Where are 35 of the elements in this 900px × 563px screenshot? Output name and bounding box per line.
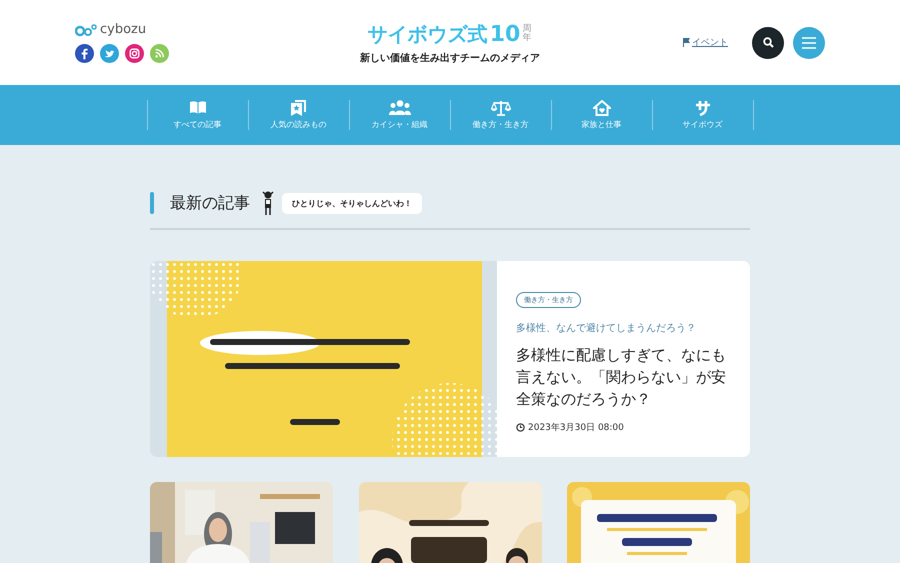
speech-bubble: ひとりじゃ、そりゃしんどいわ！ (282, 192, 422, 214)
menu-icon (802, 36, 816, 48)
anniversary-suffix: 周年 (522, 25, 532, 43)
clock-icon (516, 423, 525, 432)
section-accent-bar (150, 192, 154, 214)
nav-item[interactable]: サイボウズ (652, 100, 754, 130)
twitter-bird-icon[interactable] (100, 44, 119, 63)
anniversary-number: 10 (490, 22, 520, 46)
search-button[interactable] (752, 26, 784, 58)
cybozu-mark-icon (694, 100, 710, 116)
book-icon (188, 100, 206, 115)
flag-icon (683, 38, 690, 47)
mascot-figure-icon (262, 190, 274, 216)
bookmark-star-icon (291, 100, 306, 116)
people-icon (388, 100, 410, 115)
section-title: 最新の記事 (170, 192, 250, 214)
instagram-icon[interactable] (125, 44, 144, 63)
house-heart-icon (592, 100, 610, 116)
brand-name[interactable]: cybozu (100, 22, 146, 37)
scale-icon (490, 100, 510, 116)
nav-item[interactable]: すべての記事 (146, 100, 248, 130)
logo-title[interactable]: サイボウズ式 (368, 20, 488, 48)
nav-item[interactable]: カイシャ・組織 (348, 100, 450, 130)
event-link[interactable]: イベント (692, 36, 728, 49)
nav-item[interactable]: 家族と仕事 (550, 100, 652, 130)
search-icon (762, 37, 774, 48)
nav-item[interactable]: 働き方・生き方 (450, 100, 550, 130)
tagline: 新しい価値を生み出すチームのメディア (360, 51, 540, 64)
facebook-icon[interactable] (75, 44, 94, 63)
article-subtitle: 多様性、なんで避けてしまうんだろう？ (516, 322, 696, 335)
nav-item[interactable]: 人気の読みもの (248, 100, 348, 130)
menu-button[interactable] (793, 26, 825, 58)
article-title: 多様性に配慮しすぎて、なにも言えない。「関わらない」が安全策なのだろうか？ (516, 345, 727, 410)
publish-date: 2023年3月30日 08:00 (528, 422, 624, 434)
cybozu-logo-icon (75, 22, 97, 36)
